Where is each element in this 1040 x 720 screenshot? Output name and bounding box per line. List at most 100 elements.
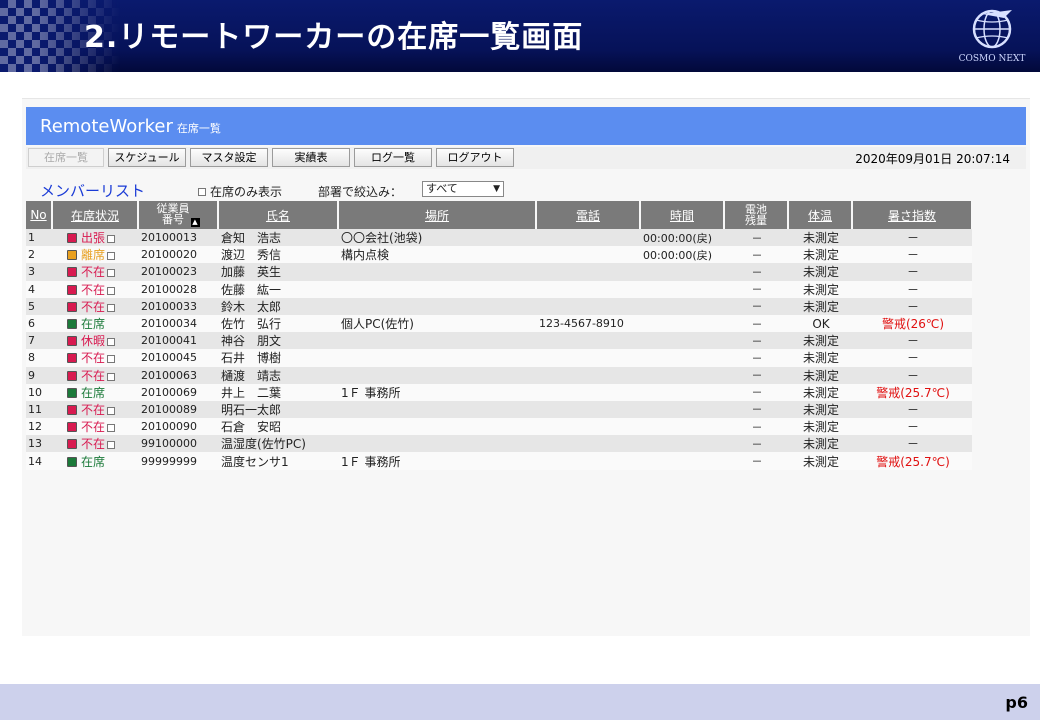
department-filter-select[interactable]: すべて ▼ bbox=[422, 181, 504, 197]
status-checkbox[interactable] bbox=[107, 252, 116, 261]
row-heat-index: － bbox=[852, 263, 972, 281]
row-no: 5 bbox=[26, 297, 52, 315]
row-phone bbox=[536, 263, 640, 281]
row-name: 倉知 浩志 bbox=[218, 229, 338, 247]
row-phone bbox=[536, 383, 640, 401]
table-header-row: No 在席状況 従業員 番号 ▲ 氏名 場所 電話 時間 電池 残量 体温 暑さ指数 bbox=[26, 201, 973, 229]
logout-button[interactable]: ログアウト bbox=[436, 148, 514, 167]
status-checkbox[interactable] bbox=[107, 441, 116, 450]
status-label: 在席 bbox=[81, 454, 106, 469]
row-status[interactable]: 在席 bbox=[52, 383, 138, 401]
table-row[interactable]: 12 不在 20100090 石倉 安昭 －未測定－ bbox=[26, 418, 972, 436]
status-label: 離席 bbox=[81, 248, 106, 263]
row-heat-index: － bbox=[852, 418, 972, 436]
col-time[interactable]: 時間 bbox=[640, 201, 725, 229]
row-employee-no: 20100041 bbox=[138, 332, 218, 350]
nav-button-log-list[interactable]: ログ一覧 bbox=[354, 148, 432, 167]
table-row[interactable]: 3 不在 20100023 加藤 英生 －未測定－ bbox=[26, 263, 972, 281]
sort-icon[interactable]: ▲ bbox=[190, 218, 200, 227]
row-status[interactable]: 離席 bbox=[52, 246, 138, 264]
row-battery: － bbox=[724, 366, 788, 384]
table-row[interactable]: 7 休暇 20100041 神谷 朋文 －未測定－ bbox=[26, 332, 972, 350]
row-time bbox=[640, 332, 724, 350]
row-location bbox=[338, 418, 536, 436]
status-icon bbox=[67, 336, 77, 347]
row-no: 14 bbox=[26, 452, 52, 470]
row-status[interactable]: 不在 bbox=[52, 280, 138, 298]
row-phone: 123-4567-8910 bbox=[536, 314, 640, 333]
nav-button-master-settings[interactable]: マスタ設定 bbox=[190, 148, 268, 167]
member-list-title: メンバーリスト bbox=[40, 182, 146, 200]
slide-header: 2.リモートワーカーの在席一覧画面 COSMO NEXT bbox=[0, 0, 1040, 72]
table-row[interactable]: 1 出張 20100013 倉知 浩志 〇〇会社(池袋) 00:00:00(戻) －未測定－ bbox=[26, 229, 972, 247]
row-temperature: 未測定 bbox=[788, 246, 852, 264]
status-checkbox[interactable] bbox=[107, 286, 116, 295]
department-filter-value: すべて bbox=[426, 182, 458, 195]
row-status[interactable]: 不在 bbox=[52, 297, 138, 315]
row-no: 12 bbox=[26, 418, 52, 436]
app-header: RemoteWorker 在席一覧 bbox=[26, 107, 1026, 145]
row-phone bbox=[536, 366, 640, 384]
row-heat-index: 警戒(26℃) bbox=[852, 314, 972, 333]
status-checkbox[interactable] bbox=[107, 372, 116, 381]
row-battery: － bbox=[724, 246, 788, 264]
col-heat-index[interactable]: 暑さ指数 bbox=[852, 201, 973, 229]
col-employee-no[interactable]: 従業員 番号 ▲ bbox=[138, 201, 219, 229]
row-employee-no: 20100063 bbox=[138, 366, 218, 384]
col-no: No bbox=[26, 201, 53, 229]
row-status[interactable]: 不在 bbox=[52, 366, 138, 384]
nav-button-results[interactable]: 実績表 bbox=[272, 148, 350, 167]
only-present-checkbox[interactable] bbox=[198, 188, 206, 196]
status-label: 不在 bbox=[81, 420, 106, 435]
col-battery[interactable]: 電池 残量 bbox=[724, 201, 789, 229]
table-row[interactable]: 6 在席 20100034 佐竹 弘行 個人PC(佐竹) 123-4567-8910 － OK… bbox=[26, 314, 972, 333]
table-row[interactable]: 8 不在 20100045 石井 博樹 －未測定－ bbox=[26, 349, 972, 367]
row-battery: － bbox=[724, 332, 788, 350]
row-no: 3 bbox=[26, 263, 52, 281]
status-checkbox[interactable] bbox=[107, 269, 116, 278]
table-row[interactable]: 2 離席 20100020 渡辺 秀信 構内点検 00:00:00(戻) －未測定－ bbox=[26, 246, 972, 264]
col-status[interactable]: 在席状況 bbox=[52, 201, 139, 229]
status-checkbox[interactable] bbox=[107, 424, 116, 433]
status-checkbox[interactable] bbox=[107, 338, 116, 347]
row-name: 石井 博樹 bbox=[218, 349, 338, 367]
row-status[interactable]: 不在 bbox=[52, 418, 138, 436]
row-location: 個人PC(佐竹) bbox=[338, 314, 536, 333]
row-time bbox=[640, 280, 724, 298]
status-checkbox[interactable] bbox=[107, 406, 116, 415]
row-location bbox=[338, 349, 536, 367]
status-checkbox[interactable] bbox=[107, 235, 116, 244]
row-location: 1Ｆ 事務所 bbox=[338, 452, 536, 470]
table-row[interactable]: 9 不在 20100063 樋渡 靖志 －未測定－ bbox=[26, 366, 972, 384]
row-no: 9 bbox=[26, 366, 52, 384]
col-temperature[interactable]: 体温 bbox=[788, 201, 853, 229]
row-time bbox=[640, 383, 724, 401]
table-row[interactable]: 14 在席 99999999 温度センサ1 1Ｆ 事務所 －未測定 警戒(25.7℃) bbox=[26, 452, 972, 470]
row-status[interactable]: 在席 bbox=[52, 452, 138, 470]
member-list-bar: メンバーリスト 在席のみ表示 部署で絞込み： すべて ▼ bbox=[26, 179, 1026, 200]
table-row[interactable]: 5 不在 20100033 鈴木 太郎 －未測定－ bbox=[26, 297, 972, 315]
table-row[interactable]: 4 不在 20100028 佐藤 紘一 －未測定－ bbox=[26, 280, 972, 298]
col-phone[interactable]: 電話 bbox=[536, 201, 641, 229]
row-status[interactable]: 不在 bbox=[52, 435, 138, 453]
row-status[interactable]: 不在 bbox=[52, 263, 138, 281]
row-status[interactable]: 出張 bbox=[52, 229, 138, 247]
row-status[interactable]: 休暇 bbox=[52, 332, 138, 350]
row-time: 00:00:00(戻) bbox=[640, 246, 724, 264]
row-location bbox=[338, 366, 536, 384]
row-time bbox=[640, 366, 724, 384]
status-checkbox[interactable] bbox=[107, 303, 116, 312]
col-name[interactable]: 氏名 bbox=[218, 201, 339, 229]
col-location[interactable]: 場所 bbox=[338, 201, 537, 229]
row-status[interactable]: 在席 bbox=[52, 314, 138, 333]
status-checkbox[interactable] bbox=[107, 355, 116, 364]
table-row[interactable]: 13 不在 99100000 温湿度(佐竹PC) －未測定－ bbox=[26, 435, 972, 453]
row-status[interactable]: 不在 bbox=[52, 400, 138, 419]
table-row[interactable]: 10 在席 20100069 井上 二葉 1Ｆ 事務所 －未測定 警戒(25.7℃) bbox=[26, 383, 972, 401]
table-row[interactable]: 11 不在 20100089 明石一太郎 －未測定－ bbox=[26, 400, 972, 419]
row-status[interactable]: 不在 bbox=[52, 349, 138, 367]
nav-button-schedule[interactable]: スケジュール bbox=[108, 148, 186, 167]
row-battery: － bbox=[724, 452, 788, 470]
nav-button-attendance[interactable]: 在席一覧 bbox=[28, 148, 104, 167]
only-present-toggle[interactable]: 在席のみ表示 bbox=[198, 183, 282, 200]
